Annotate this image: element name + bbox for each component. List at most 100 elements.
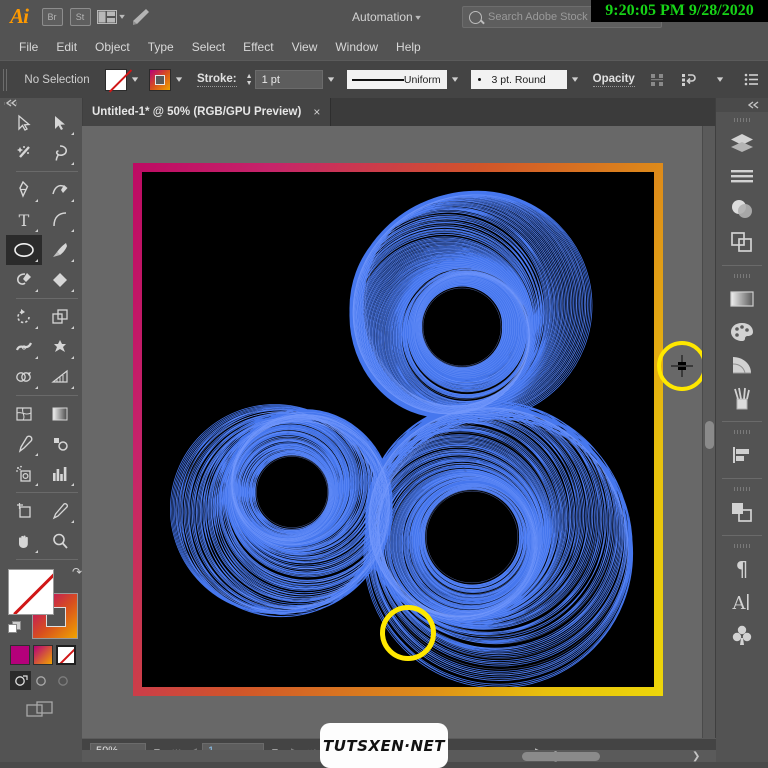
character-panel-icon[interactable]: A: [716, 585, 768, 618]
paintbrush-tool[interactable]: [42, 235, 78, 265]
column-graph-tool[interactable]: [42, 459, 78, 489]
align-panel-icon[interactable]: [716, 438, 768, 471]
tools-panel-grip[interactable]: [0, 98, 82, 108]
brushes-panel-icon[interactable]: [716, 381, 768, 414]
stroke-label: Stroke:: [197, 72, 237, 87]
menu-object[interactable]: Object: [86, 37, 139, 57]
hand-tool[interactable]: [6, 526, 42, 556]
symbol-sprayer-tool[interactable]: [6, 459, 42, 489]
menu-edit[interactable]: Edit: [47, 37, 86, 57]
fill-dropdown-icon[interactable]: ▾: [124, 69, 146, 91]
shape-builder-tool[interactable]: [6, 362, 42, 392]
draw-inside-icon[interactable]: [52, 671, 73, 690]
perspective-grid-tool[interactable]: [42, 362, 78, 392]
none-mode-button[interactable]: [56, 645, 76, 665]
control-bar-grip[interactable]: [3, 68, 9, 91]
transform-panel-icon[interactable]: [716, 495, 768, 528]
tools-panel: T ↷: [0, 98, 83, 738]
magic-wand-tool[interactable]: [6, 138, 42, 168]
panel-dock: ¶ A: [715, 98, 768, 738]
eyedropper-tool[interactable]: [6, 429, 42, 459]
blend-tool[interactable]: [42, 429, 78, 459]
stock-icon[interactable]: St: [69, 7, 91, 27]
menu-type[interactable]: Type: [139, 37, 183, 57]
selection-tool[interactable]: [6, 108, 42, 138]
menu-select[interactable]: Select: [183, 37, 234, 57]
stroke-weight-field[interactable]: 1 pt: [254, 70, 323, 89]
properties-panel-icon[interactable]: [716, 159, 768, 192]
menu-file[interactable]: File: [10, 37, 47, 57]
type-tool[interactable]: T: [6, 205, 42, 235]
stroke-weight-stepper[interactable]: ▲ ▼: [244, 70, 255, 90]
menu-window[interactable]: Window: [326, 37, 387, 57]
opacity-label: Opacity: [592, 72, 635, 87]
pen-tool[interactable]: [6, 175, 42, 205]
appearance-panel-icon[interactable]: [716, 192, 768, 225]
draw-mode-buttons: [10, 671, 82, 690]
stroke-weight-dropdown-icon[interactable]: ▾: [319, 69, 341, 91]
color-guide-panel-icon[interactable]: [716, 348, 768, 381]
expand-panels-icon[interactable]: [716, 98, 768, 112]
symbols-panel-icon[interactable]: [716, 618, 768, 651]
change-screen-mode-icon[interactable]: [26, 700, 56, 720]
scale-tool[interactable]: [42, 302, 78, 332]
slice-tool[interactable]: [42, 496, 78, 526]
color-mode-button[interactable]: [10, 645, 30, 665]
menu-view[interactable]: View: [283, 37, 327, 57]
dock-group-3: [716, 424, 768, 476]
draw-normal-icon[interactable]: [10, 671, 31, 690]
curvature-tool[interactable]: [42, 175, 78, 205]
close-icon[interactable]: ×: [313, 105, 320, 119]
gradient-tool[interactable]: [42, 399, 78, 429]
fill-color-swatch[interactable]: [8, 569, 54, 615]
workspace-switcher[interactable]: Automation ▾: [352, 8, 421, 26]
pathfinder-panel-icon[interactable]: [716, 225, 768, 258]
gradient-panel-icon[interactable]: [716, 282, 768, 315]
arrange-documents-icon[interactable]: ▾: [97, 7, 125, 27]
canvas-area[interactable]: W: 374 px H: 350 px: [82, 126, 716, 738]
layers-panel-icon[interactable]: [716, 126, 768, 159]
width-tool[interactable]: [6, 332, 42, 362]
mesh-tool[interactable]: [6, 399, 42, 429]
menu-effect[interactable]: Effect: [234, 37, 282, 57]
eraser-tool[interactable]: [42, 265, 78, 295]
bridge-icon[interactable]: Br: [41, 7, 63, 27]
transform-icon[interactable]: [680, 71, 698, 89]
default-fill-stroke-icon[interactable]: [8, 621, 22, 635]
rotate-tool[interactable]: [6, 302, 42, 332]
zoom-tool[interactable]: [42, 526, 78, 556]
width-profile-field[interactable]: Uniform: [346, 70, 447, 89]
align-icon[interactable]: [648, 71, 666, 89]
artboard[interactable]: W: 374 px H: 350 px: [133, 163, 707, 696]
paragraph-panel-icon[interactable]: ¶: [716, 552, 768, 585]
menu-help[interactable]: Help: [387, 37, 430, 57]
brush-definition-dropdown-icon[interactable]: ▾: [563, 69, 585, 91]
document-setup-icon[interactable]: [742, 71, 760, 89]
vertical-scroll-thumb[interactable]: [705, 421, 714, 449]
direct-selection-tool[interactable]: [42, 108, 78, 138]
lasso-tool[interactable]: [42, 138, 78, 168]
ellipse-tool[interactable]: [6, 235, 42, 265]
brush-definition-field[interactable]: 3 pt. Round: [470, 70, 567, 89]
selection-status: No Selection: [24, 73, 90, 86]
width-profile-dropdown-icon[interactable]: ▾: [443, 69, 465, 91]
canvas-vertical-scrollbar[interactable]: [702, 126, 716, 738]
color-panel-icon[interactable]: [716, 315, 768, 348]
artboard-tool[interactable]: [6, 496, 42, 526]
dock-group-4: [716, 481, 768, 533]
color-mode-buttons: [10, 645, 82, 665]
transform-dropdown-icon[interactable]: ▾: [709, 69, 731, 91]
swap-fill-stroke-icon[interactable]: ↷: [72, 565, 82, 579]
scroll-right-icon[interactable]: ❯: [692, 751, 700, 762]
sync-settings-icon[interactable]: [130, 7, 152, 27]
shaper-tool[interactable]: [6, 265, 42, 295]
document-tab-strip: Untitled-1* @ 50% (RGB/GPU Preview) ×: [82, 98, 716, 127]
horizontal-scroll-thumb[interactable]: [522, 752, 600, 761]
gradient-mode-button[interactable]: [33, 645, 53, 665]
line-segment-tool[interactable]: [42, 205, 78, 235]
free-transform-tool[interactable]: [42, 332, 78, 362]
brush-definition-label: 3 pt. Round: [491, 73, 546, 86]
stroke-dropdown-icon[interactable]: ▾: [168, 69, 190, 91]
document-tab[interactable]: Untitled-1* @ 50% (RGB/GPU Preview) ×: [82, 98, 332, 126]
draw-behind-icon[interactable]: [31, 671, 52, 690]
